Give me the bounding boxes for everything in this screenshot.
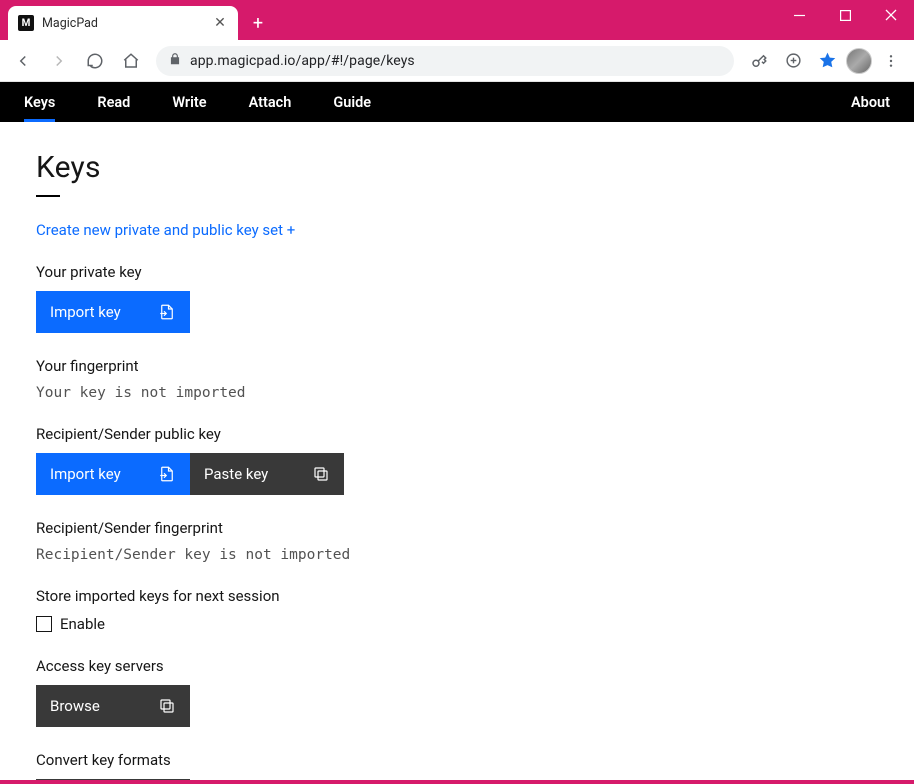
paste-public-key-label: Paste key (204, 465, 286, 483)
window-titlebar: M MagicPad ✕ + (0, 0, 914, 40)
window-minimize-button[interactable] (776, 0, 822, 30)
import-private-key-label: Import key (50, 303, 139, 321)
page-body: Keys Create new private and public key s… (0, 122, 914, 780)
create-key-link[interactable]: Create new private and public key set + (36, 221, 824, 239)
nav-read[interactable]: Read (97, 82, 130, 122)
browse-servers-label: Browse (50, 697, 118, 715)
title-underline (36, 195, 60, 197)
recipient-fingerprint-label: Recipient/Sender fingerprint (36, 519, 824, 537)
tab-favicon: M (18, 15, 34, 31)
address-bar[interactable]: app.magicpad.io/app/#!/page/keys (156, 46, 734, 76)
app-nav: Keys Read Write Attach Guide About (0, 82, 914, 122)
fingerprint-status: Your key is not imported (36, 385, 824, 401)
browser-menu-icon[interactable] (876, 46, 906, 76)
key-icon[interactable] (744, 46, 774, 76)
browser-tab[interactable]: M MagicPad ✕ (8, 6, 238, 40)
close-tab-icon[interactable]: ✕ (212, 15, 228, 31)
window-close-button[interactable] (868, 0, 914, 30)
home-button[interactable] (116, 46, 146, 76)
page-title: Keys (36, 150, 824, 185)
private-key-label: Your private key (36, 263, 824, 281)
bookmark-star-icon[interactable] (812, 46, 842, 76)
forward-button[interactable] (44, 46, 74, 76)
import-public-key-button[interactable]: Import key (36, 453, 190, 495)
import-public-key-label: Import key (50, 465, 139, 483)
paste-public-key-button[interactable]: Paste key (190, 453, 344, 495)
nav-guide[interactable]: Guide (333, 82, 371, 122)
store-label: Store imported keys for next session (36, 587, 824, 605)
nav-keys[interactable]: Keys (24, 82, 55, 122)
add-site-icon[interactable] (778, 46, 808, 76)
browse-servers-button[interactable]: Browse (36, 685, 190, 727)
recipient-fingerprint-status: Recipient/Sender key is not imported (36, 547, 824, 563)
open-window-icon (158, 697, 176, 715)
convert-label: Convert key formats (36, 751, 824, 769)
copy-icon (312, 465, 330, 483)
import-private-key-button[interactable]: Import key (36, 291, 190, 333)
window-bottom-border (0, 780, 914, 784)
lock-icon (168, 51, 182, 70)
back-button[interactable] (8, 46, 38, 76)
window-maximize-button[interactable] (822, 0, 868, 30)
url-text: app.magicpad.io/app/#!/page/keys (190, 53, 415, 69)
import-file-icon (158, 303, 176, 321)
store-enable-checkbox[interactable] (36, 616, 52, 632)
browser-toolbar: app.magicpad.io/app/#!/page/keys (0, 40, 914, 82)
public-key-label: Recipient/Sender public key (36, 425, 824, 443)
import-file-icon (158, 465, 176, 483)
fingerprint-label: Your fingerprint (36, 357, 824, 375)
reload-button[interactable] (80, 46, 110, 76)
nav-write[interactable]: Write (172, 82, 206, 122)
store-enable-label: Enable (60, 615, 105, 633)
servers-label: Access key servers (36, 657, 824, 675)
profile-avatar[interactable] (846, 48, 872, 74)
nav-about[interactable]: About (851, 94, 890, 111)
new-tab-button[interactable]: + (244, 9, 272, 37)
tab-title: MagicPad (42, 16, 204, 31)
nav-attach[interactable]: Attach (249, 82, 292, 122)
